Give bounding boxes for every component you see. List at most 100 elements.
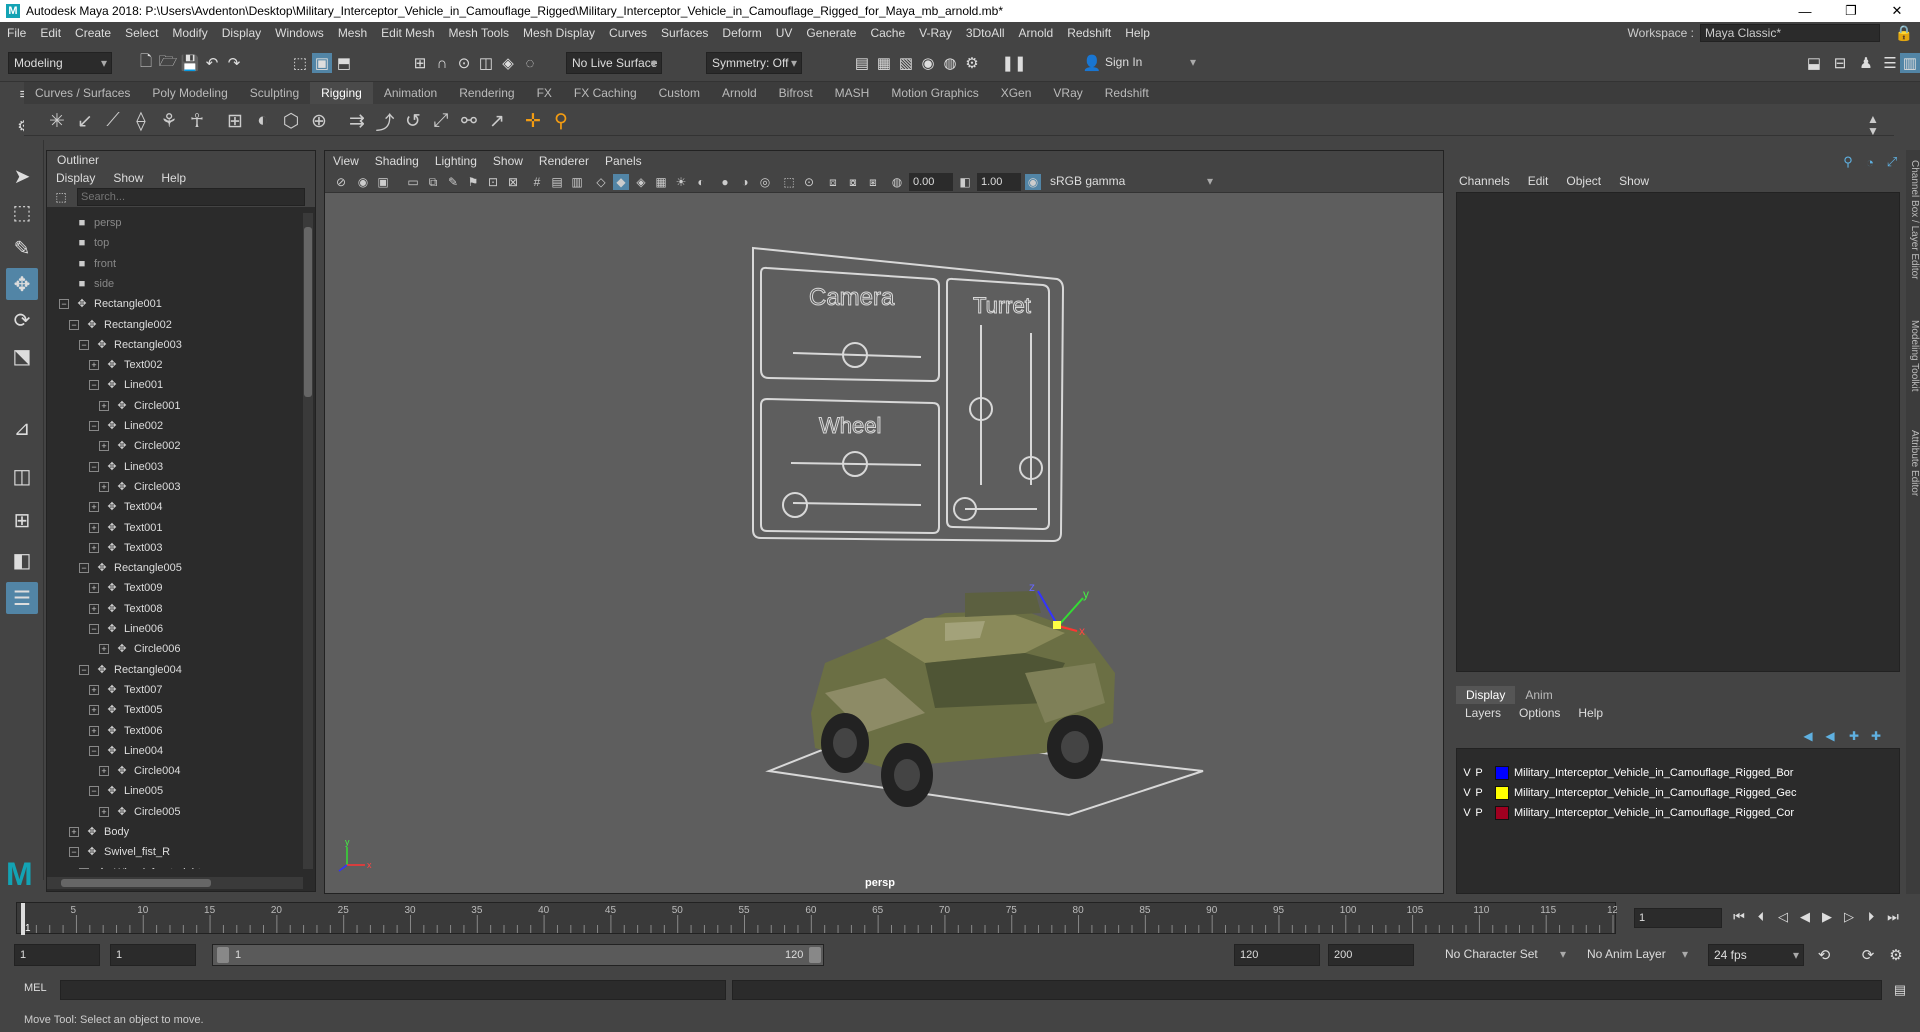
lasso-tool-icon[interactable]: ⬚ bbox=[6, 196, 38, 228]
motion-blur-icon[interactable]: ◑ bbox=[737, 174, 753, 190]
move-layer-up-icon[interactable]: ◀ bbox=[1798, 726, 1818, 746]
resolution-gate-icon[interactable]: ⊠ bbox=[505, 174, 521, 190]
outliner-item[interactable]: + ✥ Wheel_front_right bbox=[79, 863, 201, 869]
save-scene-icon[interactable]: 💾 bbox=[180, 53, 200, 73]
symmetry-dropdown[interactable]: Symmetry: Off bbox=[706, 52, 802, 74]
menu-deform[interactable]: Deform bbox=[715, 26, 768, 40]
outliner-vscroll-thumb[interactable] bbox=[304, 227, 312, 397]
menu-3dtoall[interactable]: 3DtoAll bbox=[959, 26, 1012, 40]
outliner-item[interactable]: − ✥ Rectangle001 bbox=[59, 294, 162, 314]
range-end-handle[interactable] bbox=[809, 947, 821, 963]
aim-constraint-icon[interactable]: ⤴ bbox=[372, 108, 398, 134]
outliner-item[interactable]: − ✥ Rectangle003 bbox=[79, 335, 182, 355]
script-editor-icon[interactable]: ▤ bbox=[1890, 980, 1910, 1000]
anti-alias-icon[interactable]: ◎ bbox=[757, 174, 773, 190]
outliner-item[interactable]: ■ side bbox=[75, 274, 115, 294]
expand-icon[interactable]: + bbox=[89, 725, 99, 736]
shelf-tab-poly-modeling[interactable]: Poly Modeling bbox=[141, 82, 238, 104]
rotate-tool-icon[interactable]: ⟳ bbox=[6, 304, 38, 336]
collapse-icon[interactable]: − bbox=[89, 624, 99, 634]
menu-redshift[interactable]: Redshift bbox=[1060, 26, 1118, 40]
camera-attrs-icon[interactable]: ◉ bbox=[355, 174, 371, 190]
scale-constraint-icon[interactable]: ⤢ bbox=[428, 108, 454, 134]
outliner-item[interactable]: − ✥ Line005 bbox=[89, 781, 163, 801]
maximize-icon[interactable]: ❐ bbox=[1828, 0, 1874, 22]
outliner-item[interactable]: + ✥ Text007 bbox=[89, 680, 163, 700]
outliner-item[interactable]: + ✥ Text003 bbox=[89, 538, 163, 558]
shelf-tab-mash[interactable]: MASH bbox=[824, 82, 881, 104]
persp-outliner-icon[interactable]: ◧ bbox=[6, 544, 38, 576]
collapse-icon[interactable]: − bbox=[89, 461, 99, 472]
expand-icon[interactable]: + bbox=[89, 583, 99, 594]
shadows-icon[interactable]: ◐ bbox=[693, 174, 709, 190]
outliner-menu-display[interactable]: Display bbox=[47, 169, 104, 187]
outliner-item[interactable]: + ✥ Text006 bbox=[89, 721, 163, 741]
menu-arnold[interactable]: Arnold bbox=[1012, 26, 1061, 40]
step-forward-frame-icon[interactable]: ▷ bbox=[1840, 906, 1858, 928]
character-controls-icon[interactable]: ♟ bbox=[1856, 53, 1876, 73]
menu-v-ray[interactable]: V-Ray bbox=[912, 26, 959, 40]
select-component-icon[interactable]: ⬒ bbox=[334, 53, 354, 73]
layer-menu-layers[interactable]: Layers bbox=[1456, 704, 1510, 722]
ipr-render-icon[interactable]: ▧ bbox=[896, 53, 916, 73]
select-hierarchy-icon[interactable]: ⬚ bbox=[290, 53, 310, 73]
arnold-render-icon[interactable]: ⚙ bbox=[962, 53, 982, 73]
outliner-search-input[interactable] bbox=[77, 188, 305, 206]
side-tab-modeling-toolkit[interactable]: Modeling Toolkit bbox=[1906, 320, 1920, 392]
xray-joints-icon[interactable]: ⧈ bbox=[825, 174, 841, 190]
anim-layer-dropdown[interactable]: No Anim Layer bbox=[1582, 944, 1692, 966]
filter-icon[interactable]: ⬚ bbox=[51, 187, 71, 207]
image-plane-icon[interactable]: ▭ bbox=[405, 174, 421, 190]
outliner-hscroll-thumb[interactable] bbox=[61, 879, 211, 887]
collapse-icon[interactable]: − bbox=[89, 380, 99, 391]
menu-file[interactable]: File bbox=[0, 26, 33, 40]
outliner-hscrollbar[interactable] bbox=[47, 877, 303, 889]
outliner-item[interactable]: − ✥ Rectangle005 bbox=[79, 558, 182, 578]
wrap-deformer-icon[interactable]: ⬡ bbox=[278, 108, 304, 134]
menu-curves[interactable]: Curves bbox=[602, 26, 654, 40]
layer-menu-options[interactable]: Options bbox=[1510, 704, 1569, 722]
outliner-item[interactable]: − ✥ Swivel_fist_R bbox=[69, 842, 170, 862]
bind-skin-icon[interactable]: ⟠ bbox=[128, 108, 154, 134]
film-gate-icon[interactable]: ⊡ bbox=[485, 174, 501, 190]
outliner-item[interactable]: − ✥ Rectangle002 bbox=[69, 315, 172, 335]
grid-icon[interactable]: # bbox=[529, 174, 545, 190]
shelf-tab-fx[interactable]: FX bbox=[526, 82, 563, 104]
minimize-icon[interactable]: — bbox=[1782, 0, 1828, 22]
outliner-item[interactable]: + ✥ Text005 bbox=[89, 700, 163, 720]
pause-icon[interactable]: ❚❚ bbox=[1001, 53, 1026, 73]
go-to-start-icon[interactable]: ⏮ bbox=[1730, 906, 1748, 928]
tool-settings-toggle-icon[interactable]: ⤢ bbox=[1882, 152, 1902, 172]
step-back-frame-icon[interactable]: ◁ bbox=[1774, 906, 1792, 928]
locator-icon[interactable]: ✛ bbox=[520, 108, 546, 134]
xray-icon[interactable]: ⊙ bbox=[801, 174, 817, 190]
menu-select[interactable]: Select bbox=[118, 26, 165, 40]
viewport-menu-show[interactable]: Show bbox=[485, 151, 531, 171]
undo-icon[interactable]: ↶ bbox=[202, 53, 222, 73]
quick-rig-icon[interactable]: ⚘ bbox=[156, 108, 182, 134]
snap-surface-icon[interactable]: ◈ bbox=[498, 53, 518, 73]
channel-menu-show[interactable]: Show bbox=[1610, 170, 1658, 192]
live-surface-field[interactable]: No Live Surface bbox=[566, 52, 662, 74]
playback-end-field[interactable]: 120 bbox=[1234, 944, 1320, 966]
render-view-icon[interactable]: ▤ bbox=[852, 53, 872, 73]
xray-active-icon[interactable]: ⧇ bbox=[845, 174, 861, 190]
viewport-menu-panels[interactable]: Panels bbox=[597, 151, 650, 171]
close-icon[interactable]: ✕ bbox=[1874, 0, 1920, 22]
layer-visibility-toggle[interactable]: V bbox=[1461, 787, 1473, 799]
expand-icon[interactable]: + bbox=[99, 806, 109, 817]
playback-start-field[interactable]: 1 bbox=[110, 944, 196, 966]
pole-vector-icon[interactable]: ↗ bbox=[484, 108, 510, 134]
menu-mesh-tools[interactable]: Mesh Tools bbox=[442, 26, 516, 40]
outliner-vscrollbar[interactable] bbox=[303, 213, 313, 869]
cluster-icon[interactable]: ◐ bbox=[250, 108, 276, 134]
layer-playback-toggle[interactable]: P bbox=[1473, 767, 1485, 779]
select-tool-icon[interactable]: ➤ bbox=[6, 160, 38, 192]
channel-menu-channels[interactable]: Channels bbox=[1450, 170, 1519, 192]
snap-curve-icon[interactable]: ∩ bbox=[432, 53, 452, 73]
safe-title-icon[interactable]: ▥ bbox=[569, 174, 585, 190]
time-slider-bar[interactable]: 5 10 15 20 25 30 35 40 45 50 55 60 65 70 75 80 85 90 95 100… bbox=[16, 902, 1617, 935]
shelf-tab-bifrost[interactable]: Bifrost bbox=[768, 82, 824, 104]
menu-set-dropdown[interactable]: Modeling bbox=[8, 52, 112, 74]
outliner-item[interactable]: − ✥ Rectangle004 bbox=[79, 660, 182, 680]
